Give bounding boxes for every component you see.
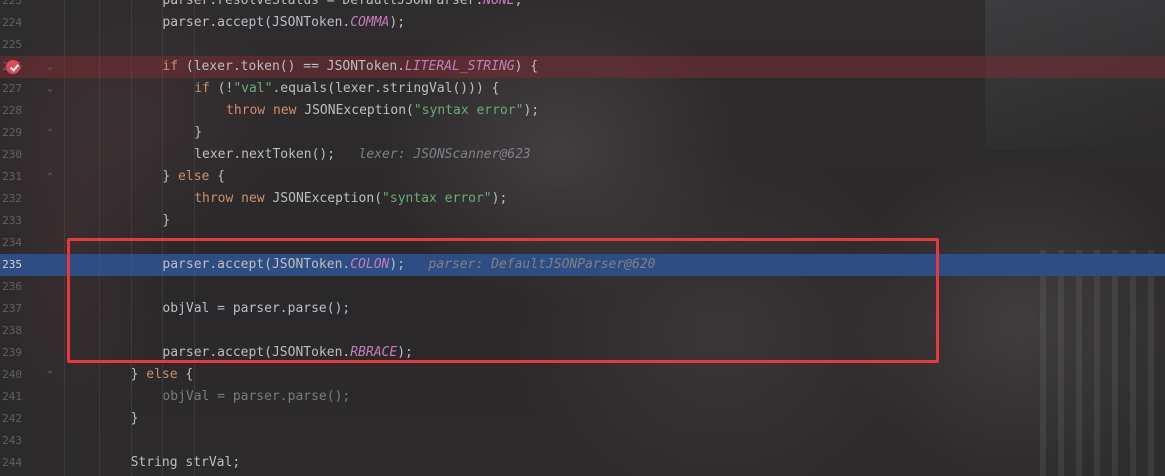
code-line[interactable]: 242} [0,408,1165,430]
code-token: } [162,169,179,184]
code-token: parser.accept(JSONToken. [162,15,351,30]
code-token: throw new [194,191,265,206]
code-token: ); [491,191,508,206]
line-number[interactable]: 244 [0,452,22,474]
line-number[interactable]: 235 [0,254,22,276]
code-token: .equals(lexer.stringVal())) { [272,81,500,96]
code-token: } [162,213,171,228]
code-line[interactable]: 244 String strVal; [0,452,1165,474]
code-token: throw new [226,103,297,118]
code-token: LITERAL_STRING [405,59,515,74]
line-number[interactable]: 241 [0,386,22,408]
breakpoint-check-icon[interactable] [6,60,20,74]
code-token: { [177,367,194,382]
code-line[interactable]: 231 ⌃} else { [0,166,1165,188]
code-text[interactable]: String strVal; [131,452,241,474]
code-token: JSONException( [264,191,383,206]
code-token: objVal = parser.parse(); [162,389,351,404]
code-token: parser.resolveStatus = DefaultJSONParser… [162,0,484,8]
fold-arrow-icon[interactable]: ⌄ [45,62,55,72]
code-text[interactable]: parser.accept(JSONToken.COMMA); [162,12,405,34]
code-text[interactable]: throw new JSONException("syntax error"); [226,100,539,122]
code-line[interactable]: 228 throw new JSONException("syntax error… [0,100,1165,122]
line-number[interactable]: 237 [0,298,22,320]
inlay-debug-value: lexer: JSONScanner@623 [358,147,531,162]
code-token: "syntax error" [413,103,524,118]
code-token: } [130,367,147,382]
code-token: ) { [514,59,539,74]
code-text[interactable]: objVal = parser.parse(); [162,386,350,408]
code-line[interactable]: 227 ⌄ if (!"val".equals(lexer.stringVal())… [0,78,1165,100]
code-line[interactable]: 240 ⌃} else { [0,364,1165,386]
code-line[interactable]: 232 throw new JSONException("syntax error… [0,188,1165,210]
code-token: lexer.nextToken(); [194,147,359,162]
code-line[interactable]: 243 [0,430,1165,452]
code-text[interactable]: parser.resolveStatus = DefaultJSONParser… [162,0,522,12]
fold-arrow-icon[interactable]: ⌃ [45,370,55,380]
code-text[interactable]: throw new JSONException("syntax error"); [194,188,507,210]
line-number[interactable]: 230 [0,144,22,166]
line-number[interactable]: 243 [0,430,22,452]
code-line[interactable]: 241 objVal = parser.parse(); [0,386,1165,408]
line-number[interactable]: 225 [0,34,22,56]
code-token: JSONException( [296,103,414,118]
code-text[interactable]: if (!"val".equals(lexer.stringVal())) { [194,78,499,100]
code-line[interactable]: 224 parser.accept(JSONToken.COMMA); [0,12,1165,34]
code-line[interactable]: 226⌄if (lexer.token() == JSONToken.LITER… [0,56,1165,78]
code-token: ; [514,0,523,8]
code-token: ); [389,15,406,30]
fold-arrow-icon[interactable]: ⌃ [45,172,55,182]
line-number[interactable]: 227 [0,78,22,100]
code-token: String strVal; [130,455,241,470]
code-token: COMMA [350,15,390,30]
line-number[interactable]: 231 [0,166,22,188]
code-token: if [162,59,179,74]
code-line[interactable]: 229 ⌃} [0,122,1165,144]
code-text[interactable]: } [194,122,202,144]
fold-arrow-icon[interactable]: ⌄ [45,84,55,94]
code-token: if [194,81,210,96]
code-token: NONE [483,0,515,8]
line-number[interactable]: 223 [0,0,22,12]
fold-arrow-icon[interactable]: ⌃ [45,128,55,138]
line-number[interactable]: 240 [0,364,22,386]
code-text[interactable]: lexer.nextToken(); lexer: JSONScanner@62… [194,144,531,166]
code-line[interactable]: 230 lexer.nextToken(); lexer: JSONScanner… [0,144,1165,166]
code-token: { [209,169,226,184]
code-token: } [194,125,203,140]
line-number[interactable]: 228 [0,100,22,122]
code-text[interactable]: if (lexer.token() == JSONToken.LITERAL_S… [162,56,538,78]
line-number[interactable]: 242 [0,408,22,430]
code-token: "syntax error" [382,191,492,206]
code-line[interactable]: 225 [0,34,1165,56]
line-number[interactable]: 238 [0,320,22,342]
code-token: (! [209,81,234,96]
code-token: (lexer.token() == JSONToken. [178,59,406,74]
line-number[interactable]: 239 [0,342,22,364]
line-number[interactable]: 224 [0,12,22,34]
code-line[interactable]: 223 parser.resolveStatus = DefaultJSONPar… [0,0,1165,12]
code-token: "val" [233,81,273,96]
line-number[interactable]: 232 [0,188,22,210]
line-number[interactable]: 236 [0,276,22,298]
line-number[interactable]: 234 [0,232,22,254]
annotation-highlight-box [67,238,939,363]
code-text[interactable]: } [162,210,170,232]
code-token: ); [523,103,540,118]
line-number[interactable]: 233 [0,210,22,232]
line-number[interactable]: 229 [0,122,22,144]
code-editor[interactable]: 223 parser.resolveStatus = DefaultJSONPar… [0,0,1165,476]
code-line[interactable]: 233} [0,210,1165,232]
